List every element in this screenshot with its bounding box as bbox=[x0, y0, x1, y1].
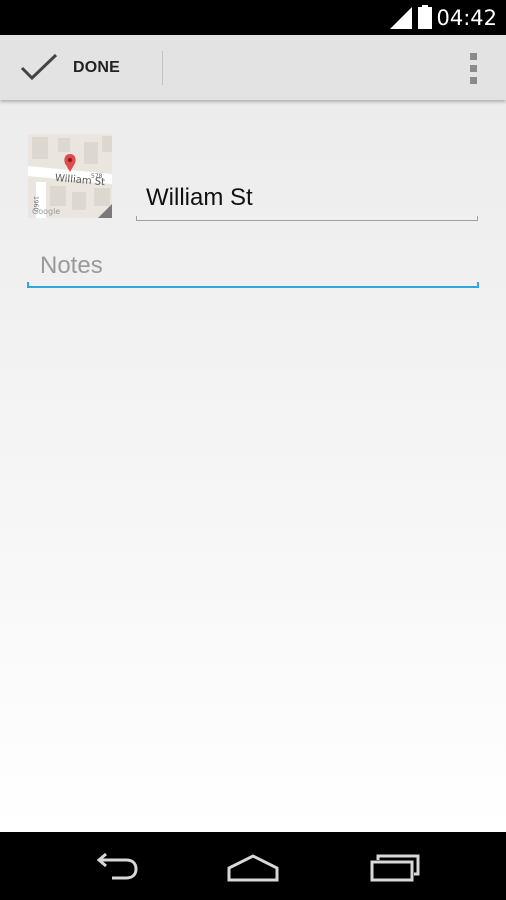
notes-input[interactable]: Notes bbox=[27, 246, 479, 288]
overflow-menu-icon bbox=[470, 53, 477, 60]
notes-placeholder: Notes bbox=[40, 252, 103, 279]
navigation-bar bbox=[0, 832, 506, 900]
done-button[interactable]: DONE bbox=[0, 35, 162, 100]
home-button[interactable] bbox=[223, 846, 283, 886]
overflow-menu-icon bbox=[470, 65, 477, 72]
action-bar-divider bbox=[162, 51, 163, 85]
title-input-value: William St bbox=[146, 184, 253, 211]
home-icon bbox=[227, 854, 279, 882]
status-bar: 04:42 bbox=[0, 0, 506, 35]
map-number-label: 578 bbox=[91, 173, 103, 180]
battery-icon bbox=[418, 5, 432, 29]
signal-icon bbox=[390, 7, 412, 29]
status-time: 04:42 bbox=[436, 6, 497, 30]
map-thumbnail[interactable]: William St 578 1960 Google bbox=[28, 134, 112, 218]
done-label: DONE bbox=[73, 59, 121, 76]
recent-apps-icon bbox=[370, 854, 420, 882]
map-image: William St 578 1960 Google bbox=[28, 134, 112, 218]
recent-apps-button[interactable] bbox=[364, 846, 424, 886]
back-icon bbox=[96, 852, 138, 880]
action-bar: DONE bbox=[0, 35, 506, 100]
place-editor: William St 578 1960 Google William St No… bbox=[0, 100, 506, 832]
overflow-menu-icon bbox=[470, 77, 477, 84]
map-attribution: Google bbox=[32, 207, 60, 216]
overflow-menu-button[interactable] bbox=[464, 48, 484, 88]
check-icon bbox=[20, 53, 58, 81]
title-input[interactable]: William St bbox=[136, 180, 478, 221]
back-button[interactable] bbox=[82, 846, 142, 886]
